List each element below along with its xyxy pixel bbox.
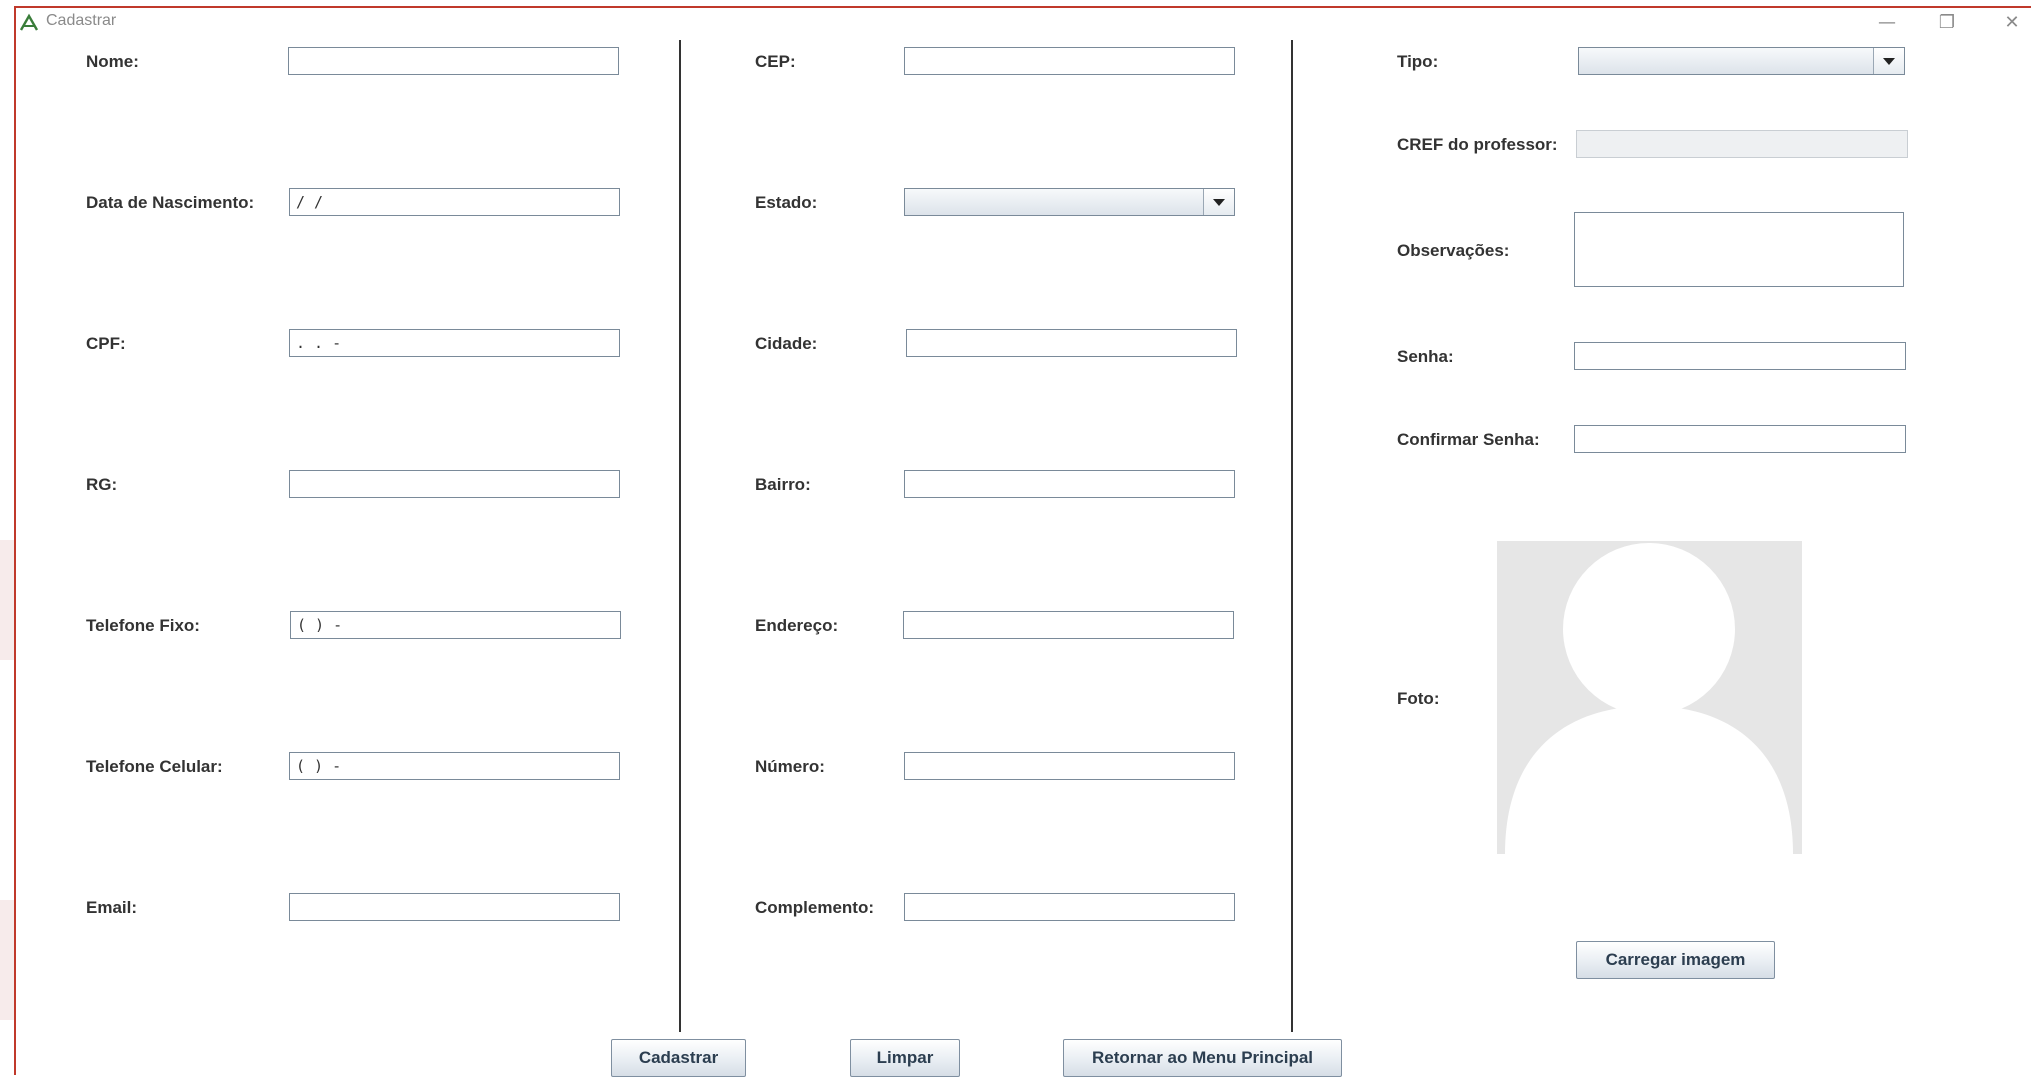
cref-field[interactable] — [1576, 130, 1908, 158]
close-button[interactable]: ✕ — [1989, 8, 2033, 38]
nome-field[interactable] — [288, 47, 619, 75]
data-nascimento-field[interactable]: / / — [289, 188, 620, 216]
rg-field[interactable] — [289, 470, 620, 498]
estado-select[interactable] — [904, 188, 1235, 216]
observacoes-textarea[interactable] — [1574, 212, 1904, 287]
foto-label: Foto: — [1397, 689, 1440, 708]
cpf-label: CPF: — [86, 334, 126, 353]
telefone-celular-label: Telefone Celular: — [86, 757, 223, 776]
senha-field[interactable] — [1574, 342, 1906, 370]
cref-label: CREF do professor: — [1397, 135, 1558, 154]
limpar-button[interactable]: Limpar — [850, 1039, 960, 1077]
photo-placeholder — [1497, 541, 1802, 854]
confirmar-senha-label: Confirmar Senha: — [1397, 430, 1540, 449]
background-decoration — [0, 540, 14, 660]
maximize-button[interactable]: ❐ — [1924, 8, 1970, 38]
column-separator — [1291, 40, 1293, 1032]
bairro-field[interactable] — [904, 470, 1235, 498]
endereco-label: Endereço: — [755, 616, 839, 635]
minimize-button[interactable]: — — [1864, 8, 1910, 38]
complemento-label: Complemento: — [755, 898, 874, 917]
title-bar: Cadastrar — ❐ ✕ — [14, 8, 2031, 38]
java-app-icon — [18, 12, 40, 34]
background-decoration — [0, 900, 14, 1020]
chevron-down-icon[interactable] — [1203, 189, 1234, 215]
observacoes-label: Observações: — [1397, 241, 1510, 260]
rg-label: RG: — [86, 475, 118, 494]
chevron-down-icon[interactable] — [1873, 48, 1904, 74]
cpf-field[interactable]: . . - — [289, 329, 620, 357]
telefone-fixo-label: Telefone Fixo: — [86, 616, 200, 635]
numero-field[interactable] — [904, 752, 1235, 780]
estado-label: Estado: — [755, 193, 818, 212]
nome-label: Nome: — [86, 52, 139, 71]
complemento-field[interactable] — [904, 893, 1235, 921]
tipo-select[interactable] — [1578, 47, 1905, 75]
cep-label: CEP: — [755, 52, 796, 71]
retornar-menu-button[interactable]: Retornar ao Menu Principal — [1063, 1039, 1342, 1077]
senha-label: Senha: — [1397, 347, 1454, 366]
cadastrar-button[interactable]: Cadastrar — [611, 1039, 746, 1077]
data-nascimento-label: Data de Nascimento: — [86, 193, 255, 212]
endereco-field[interactable] — [903, 611, 1234, 639]
tipo-label: Tipo: — [1397, 52, 1439, 71]
window-title: Cadastrar — [46, 12, 117, 29]
column-separator — [679, 40, 681, 1032]
telefone-celular-field[interactable]: ( ) - — [289, 752, 620, 780]
bairro-label: Bairro: — [755, 475, 811, 494]
cep-field[interactable] — [904, 47, 1235, 75]
email-field[interactable] — [289, 893, 620, 921]
cidade-field[interactable] — [906, 329, 1237, 357]
carregar-imagem-button[interactable]: Carregar imagem — [1576, 941, 1775, 979]
confirmar-senha-field[interactable] — [1574, 425, 1906, 453]
email-label: Email: — [86, 898, 138, 917]
avatar-placeholder-icon — [1497, 541, 1802, 854]
telefone-fixo-field[interactable]: ( ) - — [290, 611, 621, 639]
numero-label: Número: — [755, 757, 825, 776]
cidade-label: Cidade: — [755, 334, 818, 353]
